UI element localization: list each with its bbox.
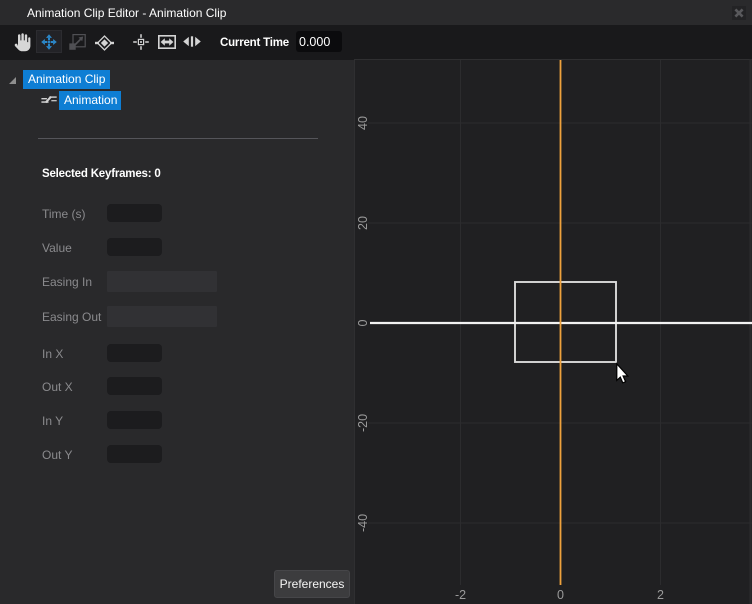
svg-text:-2: -2: [455, 588, 466, 602]
svg-text:0: 0: [356, 319, 370, 326]
svg-text:0: 0: [557, 588, 564, 602]
svg-text:20: 20: [356, 216, 370, 230]
svg-text:40: 40: [356, 116, 370, 130]
svg-text:2: 2: [657, 588, 664, 602]
svg-text:-40: -40: [356, 514, 370, 532]
svg-text:-20: -20: [356, 414, 370, 432]
